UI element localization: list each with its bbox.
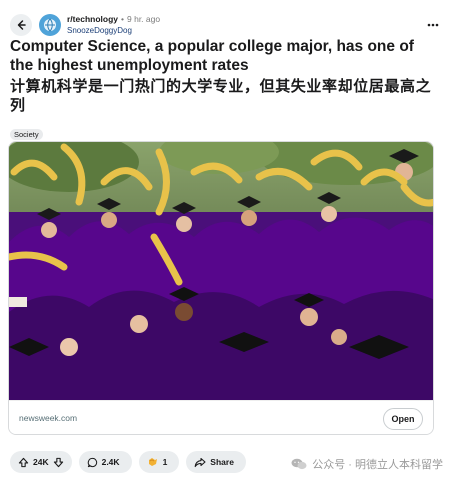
wechat-icon — [291, 458, 307, 470]
downvote-icon[interactable] — [53, 457, 64, 468]
post-title-translation: 计算机科学是一门热门的大学专业，但其失业率却位居最高之列 — [10, 78, 432, 114]
share-icon — [194, 457, 206, 467]
meta-separator: • — [121, 14, 124, 24]
comments-button[interactable]: 2.4K — [78, 451, 132, 473]
watermark-text: 公众号 · 明德立人本科留学 — [312, 459, 443, 471]
upvote-icon[interactable] — [18, 457, 29, 468]
post-meta: r/technology • 9 hr. ago SnoozeDoggyDog — [67, 13, 160, 37]
link-card-footer: newsweek.com Open — [9, 400, 433, 434]
vote-control: 24K — [10, 451, 72, 473]
award-icon — [148, 458, 157, 466]
globe-icon — [44, 18, 56, 32]
open-link-button[interactable]: Open — [383, 408, 423, 430]
link-preview-card[interactable]: newsweek.com Open — [8, 141, 434, 435]
comment-icon — [87, 457, 97, 467]
subreddit-name[interactable]: r/technology — [67, 13, 118, 25]
share-button[interactable]: Share — [186, 451, 246, 473]
award-count: 1 — [162, 457, 168, 467]
award-button[interactable]: 1 — [138, 451, 180, 473]
comment-count: 2.4K — [101, 457, 120, 467]
post-title: Computer Science, a popular college majo… — [10, 38, 414, 74]
vote-count: 24K — [33, 457, 49, 467]
more-options-button[interactable] — [423, 15, 443, 35]
subreddit-avatar[interactable] — [39, 14, 61, 36]
post-action-bar: 24K 2.4K 1 Share — [10, 450, 253, 474]
share-label: Share — [210, 457, 234, 467]
post-header: r/technology • 9 hr. ago SnoozeDoggyDog — [10, 10, 443, 40]
post-time: 9 hr. ago — [127, 14, 161, 24]
wechat-watermark: 公众号 · 明德立人本科留学 — [291, 456, 443, 472]
author-name[interactable]: SnoozeDoggyDog — [67, 25, 160, 37]
graduation-photo — [9, 142, 433, 400]
back-arrow-icon — [17, 20, 26, 30]
more-options-icon — [427, 23, 439, 27]
post-flair[interactable]: Society — [10, 129, 43, 140]
link-domain[interactable]: newsweek.com — [19, 413, 77, 423]
back-button[interactable] — [10, 14, 32, 36]
